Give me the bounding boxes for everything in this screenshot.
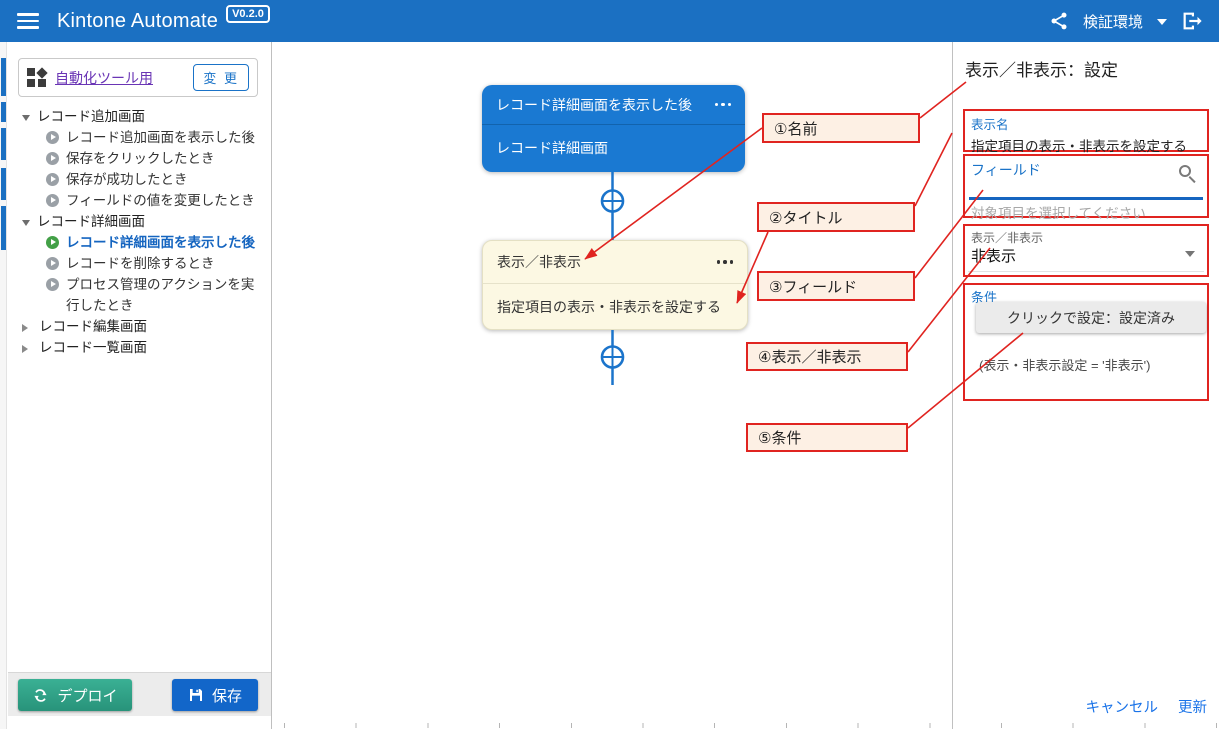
divider xyxy=(968,271,1204,272)
deploy-button[interactable]: デプロイ xyxy=(18,679,132,711)
environment-selector[interactable]: 検証環境 xyxy=(1083,11,1143,32)
tree-item[interactable]: フィールドの値を変更したとき xyxy=(8,190,271,211)
annotation-title: ②タイトル xyxy=(757,202,915,232)
version-badge: V0.2.0 xyxy=(226,5,270,23)
annotation-visibility: ④表示／非表示 xyxy=(746,342,908,371)
input-focus-underline xyxy=(969,197,1203,200)
update-button[interactable]: 更新 xyxy=(1178,696,1207,717)
event-icon xyxy=(46,173,59,186)
annotation-name: ①名前 xyxy=(762,113,920,143)
tree-group-label: レコード追加画面 xyxy=(37,106,145,127)
panel-title: 表示／非表示：設定 xyxy=(965,56,1118,81)
floppy-icon xyxy=(188,687,204,703)
visibility-select[interactable]: 表示／非表示 非表示 xyxy=(963,224,1209,277)
tree-item-active[interactable]: レコード詳細画面を表示した後 xyxy=(8,232,271,253)
save-button[interactable]: 保存 xyxy=(172,679,258,711)
app-title: Kintone Automate xyxy=(57,10,218,33)
caret-right-icon xyxy=(22,345,32,353)
left-edge-strip xyxy=(0,42,7,729)
condition-expression: (表示・非表示設定 = '非表示') xyxy=(979,355,1150,374)
tree-item[interactable]: レコードを削除するとき xyxy=(8,253,271,274)
tree-item-label: レコードを削除するとき xyxy=(66,253,215,274)
condition-set-button[interactable]: クリックで設定：設定済み xyxy=(976,302,1206,333)
tree-item[interactable]: レコード追加画面を表示した後 xyxy=(8,127,271,148)
display-name-field[interactable]: 表示名 指定項目の表示・非表示を設定する xyxy=(963,109,1209,152)
display-name-value: 指定項目の表示・非表示を設定する xyxy=(971,135,1201,155)
tree-group-record-detail[interactable]: レコード詳細画面 xyxy=(8,211,271,232)
save-button-label: 保存 xyxy=(212,685,242,706)
chevron-down-icon[interactable] xyxy=(1157,19,1167,30)
more-menu-icon[interactable] xyxy=(715,103,732,107)
field-search-input[interactable]: フィールド 対象項目を選択してください xyxy=(963,154,1209,218)
tree-item-label: レコード追加画面を表示した後 xyxy=(66,127,255,148)
sync-icon xyxy=(32,687,49,704)
tree-item-label: プロセス管理のアクションを実行したとき xyxy=(66,274,266,316)
visibility-value: 非表示 xyxy=(971,245,1016,266)
share-icon[interactable] xyxy=(1049,11,1069,31)
trigger-node-subtitle: レコード詳細画面 xyxy=(496,138,608,158)
tree-group-record-add[interactable]: レコード追加画面 xyxy=(8,106,271,127)
tree-group-record-edit[interactable]: レコード編集画面 xyxy=(8,316,271,337)
event-icon xyxy=(46,278,59,291)
action-node-title: 表示／非表示 xyxy=(497,252,581,272)
caret-down-icon xyxy=(22,220,30,230)
cancel-button[interactable]: キャンセル xyxy=(1086,696,1159,717)
annotation-label: ④表示／非表示 xyxy=(758,346,861,367)
app-icon xyxy=(27,68,47,88)
display-name-label: 表示名 xyxy=(971,114,1201,133)
field-placeholder: 対象項目を選択してください xyxy=(971,202,1146,222)
event-icon xyxy=(46,131,59,144)
tree-item[interactable]: プロセス管理のアクションを実行したとき xyxy=(8,274,271,316)
trigger-node-title: レコード詳細画面を表示した後 xyxy=(496,95,692,115)
annotation-condition: ⑤条件 xyxy=(746,423,908,452)
event-icon xyxy=(46,236,59,249)
deploy-button-label: デプロイ xyxy=(57,685,117,706)
tree-item-label: レコード詳細画面を表示した後 xyxy=(66,232,255,253)
app-name-link[interactable]: 自動化ツール用 xyxy=(55,68,193,88)
tree-item[interactable]: 保存が成功したとき xyxy=(8,169,271,190)
caret-down-icon xyxy=(22,115,30,125)
tree-item-label: 保存をクリックしたとき xyxy=(66,148,215,169)
logout-icon[interactable] xyxy=(1181,10,1203,32)
annotation-label: ⑤条件 xyxy=(758,427,801,448)
tree-group-label: レコード一覧画面 xyxy=(39,337,147,358)
annotation-field: ③フィールド xyxy=(757,271,915,301)
hamburger-menu-icon[interactable] xyxy=(17,13,39,29)
tree-item-label: 保存が成功したとき xyxy=(66,169,188,190)
event-icon xyxy=(46,152,59,165)
trigger-node[interactable]: レコード詳細画面を表示した後 レコード詳細画面 xyxy=(482,85,745,172)
event-icon xyxy=(46,257,59,270)
sidebar: 自動化ツール用 変 更 レコード追加画面 レコード追加画面を表示した後 保存をク… xyxy=(8,42,272,729)
select-caret-icon[interactable] xyxy=(1185,251,1195,262)
settings-panel: 表示／非表示：設定 表示名 指定項目の表示・非表示を設定する フィールド 対象項… xyxy=(952,42,1219,729)
app-header: Kintone Automate V0.2.0 検証環境 xyxy=(0,0,1219,42)
condition-section: 条件 クリックで設定：設定済み (表示・非表示設定 = '非表示') xyxy=(963,283,1209,401)
tree-group-label: レコード詳細画面 xyxy=(37,211,145,232)
sidebar-footer: デプロイ 保存 xyxy=(8,672,271,716)
more-menu-icon[interactable] xyxy=(717,260,734,264)
tree-group-label: レコード編集画面 xyxy=(39,316,147,337)
visibility-label: 表示／非表示 xyxy=(971,229,1043,246)
search-icon[interactable] xyxy=(1179,165,1197,183)
tree-group-record-list[interactable]: レコード一覧画面 xyxy=(8,337,271,358)
event-tree: レコード追加画面 レコード追加画面を表示した後 保存をクリックしたとき 保存が成… xyxy=(8,106,271,358)
change-app-button[interactable]: 変 更 xyxy=(193,64,249,91)
action-node-subtitle: 指定項目の表示・非表示を設定する xyxy=(497,297,721,317)
tree-item[interactable]: 保存をクリックしたとき xyxy=(8,148,271,169)
tree-item-label: フィールドの値を変更したとき xyxy=(66,190,255,211)
annotation-label: ③フィールド xyxy=(769,276,857,297)
caret-right-icon xyxy=(22,324,32,332)
action-node[interactable]: 表示／非表示 指定項目の表示・非表示を設定する xyxy=(482,240,748,330)
ruler-ticks xyxy=(284,723,1219,728)
field-label: フィールド xyxy=(971,160,1041,180)
annotation-label: ①名前 xyxy=(774,118,817,139)
annotation-label: ②タイトル xyxy=(769,207,842,228)
app-selector-box: 自動化ツール用 変 更 xyxy=(18,58,258,97)
event-icon xyxy=(46,194,59,207)
